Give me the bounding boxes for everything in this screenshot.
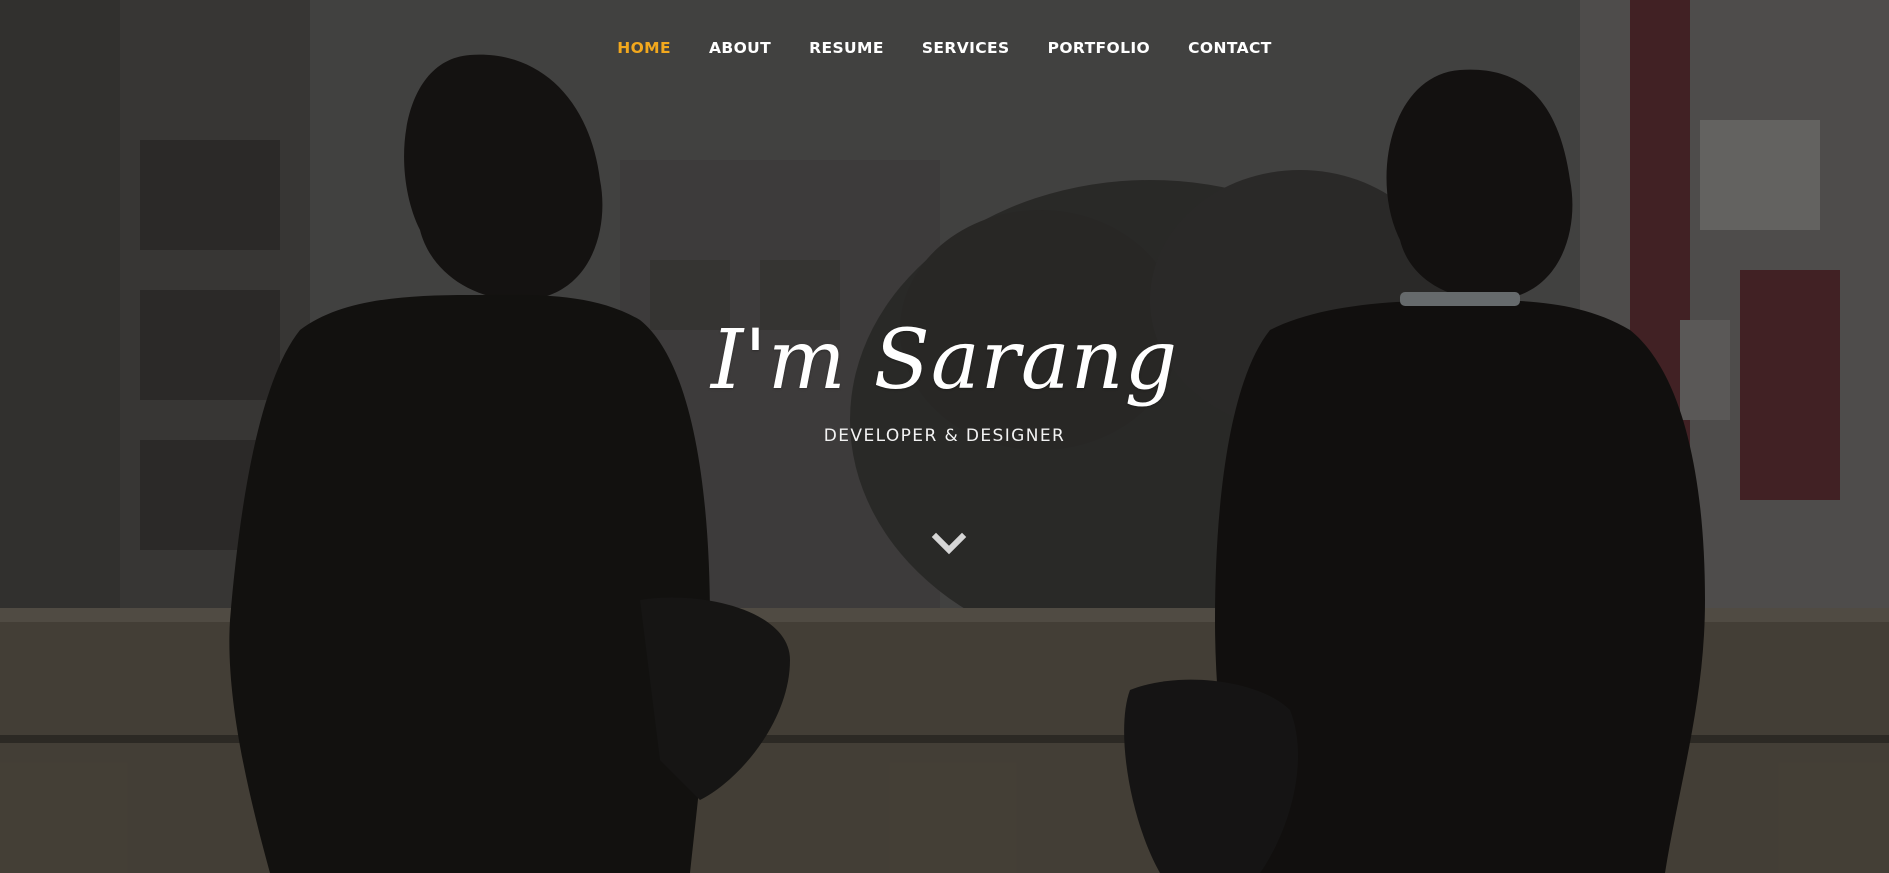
hero-headline: I'm Sarang (710, 313, 1179, 408)
nav-item-about[interactable]: ABOUT (690, 36, 790, 60)
nav-item-contact[interactable]: CONTACT (1169, 36, 1291, 60)
hero-section: HOME ABOUT RESUME SERVICES PORTFOLIO CON… (0, 0, 1889, 873)
nav-item-portfolio[interactable]: PORTFOLIO (1029, 36, 1170, 60)
main-navigation: HOME ABOUT RESUME SERVICES PORTFOLIO CON… (0, 36, 1889, 60)
nav-item-services[interactable]: SERVICES (903, 36, 1029, 60)
nav-item-resume[interactable]: RESUME (790, 36, 903, 60)
scroll-down-button[interactable] (931, 528, 967, 558)
nav-item-home[interactable]: HOME (598, 36, 690, 60)
hero-subtitle: DEVELOPER & DESIGNER (823, 426, 1066, 446)
chevron-down-icon (931, 532, 967, 555)
